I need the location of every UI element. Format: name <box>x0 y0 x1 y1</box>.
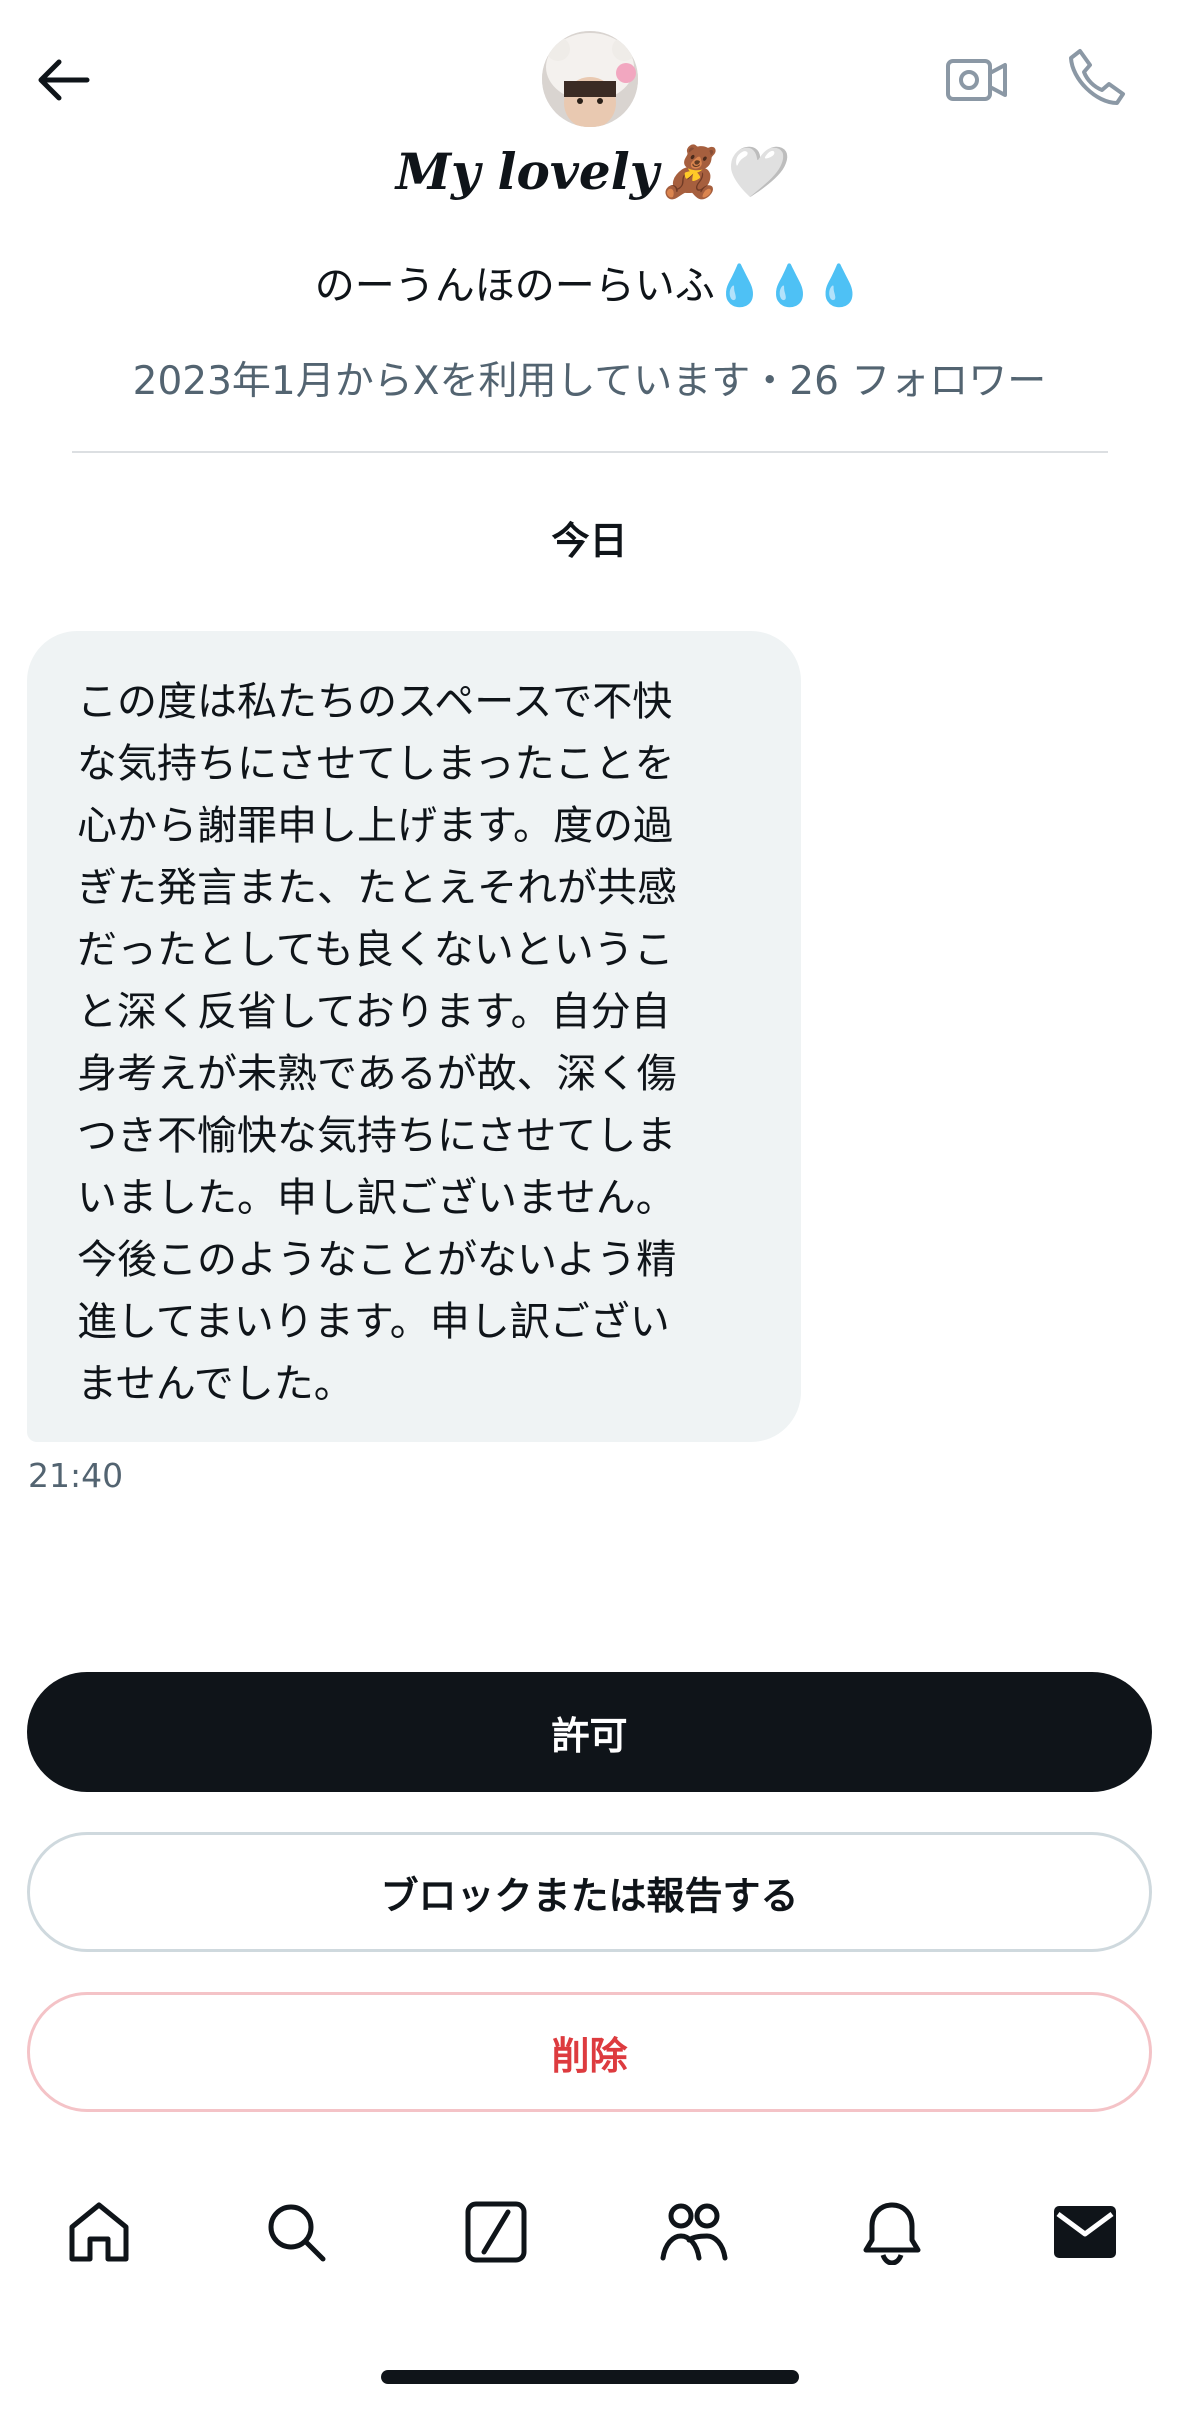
tab-communities[interactable] <box>659 2195 729 2269</box>
search-icon <box>268 2204 326 2262</box>
message-timestamp: 21:40 <box>28 1456 124 1495</box>
display-name[interactable]: My lovely🧸🤍 <box>0 142 1179 202</box>
block-or-report-button[interactable]: ブロックまたは報告する <box>27 1832 1152 1952</box>
joined-info: 2023年1月からXを利用しています・26 フォロワー <box>132 359 1047 404</box>
tab-grok[interactable] <box>461 2195 531 2269</box>
date-separator: 今日 <box>551 519 628 563</box>
phone-icon <box>1069 49 1125 105</box>
profile-bio: のーうんほのーらいふ💧💧💧 <box>314 263 865 309</box>
avatar[interactable] <box>542 31 638 127</box>
tab-search[interactable] <box>261 2195 331 2269</box>
message-bubble[interactable]: この度は私たちのスペースで不快 な気持ちにさせてしまったことを 心から謝罪申し上… <box>27 631 801 1442</box>
tab-messages[interactable] <box>1050 2195 1120 2269</box>
mail-icon <box>1054 2206 1116 2258</box>
delete-button[interactable]: 削除 <box>27 1992 1152 2112</box>
back-button[interactable] <box>28 48 98 112</box>
avatar-image <box>542 31 638 127</box>
divider <box>72 451 1108 453</box>
home-icon <box>69 2202 129 2262</box>
video-camera-icon <box>946 59 1007 101</box>
tab-notifications[interactable] <box>857 2195 927 2269</box>
video-call-button[interactable] <box>942 48 1012 112</box>
communities-icon <box>660 2203 728 2261</box>
home-indicator <box>381 2370 799 2384</box>
allow-button[interactable]: 許可 <box>27 1672 1152 1792</box>
bottom-tab-bar <box>0 2195 1179 2275</box>
arrow-left-icon <box>38 59 90 101</box>
grok-icon <box>465 2201 527 2263</box>
message-text: この度は私たちのスペースで不快 な気持ちにさせてしまったことを 心から謝罪申し上… <box>77 679 677 1407</box>
voice-call-button[interactable] <box>1060 44 1132 112</box>
bell-icon <box>863 2202 921 2265</box>
tab-home[interactable] <box>64 2195 134 2269</box>
